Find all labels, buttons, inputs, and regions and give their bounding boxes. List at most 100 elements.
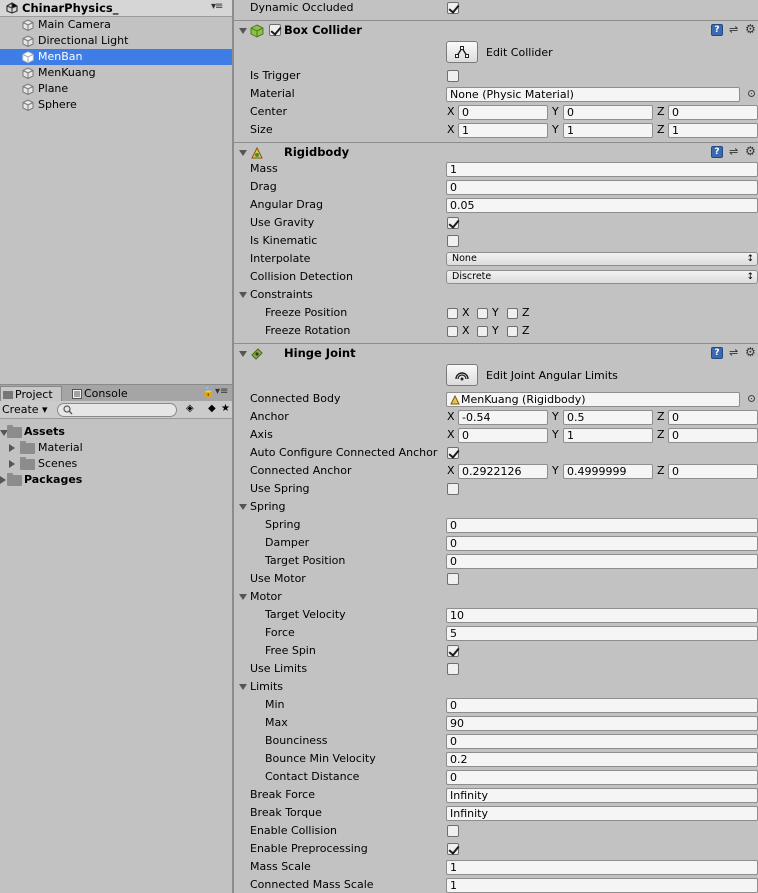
anchor-z-field[interactable]: 0 xyxy=(668,410,758,425)
contact-distance-field[interactable]: 0 xyxy=(446,770,758,785)
use-motor-checkbox[interactable] xyxy=(447,573,459,585)
box-collider-header[interactable]: Box Collider ? ⇌ ⚙ xyxy=(234,20,758,40)
connected-body-field[interactable]: MenKuang (Rigidbody) xyxy=(446,392,740,407)
connected-anchor-z-field[interactable]: 0 xyxy=(668,464,758,479)
target-velocity-field[interactable]: 10 xyxy=(446,608,758,623)
freeze-rotation-z-checkbox[interactable] xyxy=(507,326,518,337)
project-search-input[interactable] xyxy=(57,403,177,417)
bounce-min-velocity-field[interactable]: 0.2 xyxy=(446,752,758,767)
object-picker-icon[interactable] xyxy=(748,90,755,97)
tab-console[interactable]: Console xyxy=(70,386,140,402)
damper-field[interactable]: 0 xyxy=(446,536,758,551)
expand-arrow-icon[interactable] xyxy=(9,444,15,452)
interpolate-dropdown[interactable]: None xyxy=(446,252,758,266)
expand-arrow-icon[interactable] xyxy=(0,476,6,484)
force-field[interactable]: 5 xyxy=(446,626,758,641)
connected-anchor-x-field[interactable]: 0.2922126 xyxy=(458,464,548,479)
project-folder-material[interactable]: Material xyxy=(0,440,232,456)
free-spin-checkbox[interactable] xyxy=(447,645,459,657)
enable-collision-checkbox[interactable] xyxy=(447,825,459,837)
size-x-field[interactable]: 1 xyxy=(458,123,548,138)
target-position-field[interactable]: 0 xyxy=(446,554,758,569)
fold-arrow-icon[interactable] xyxy=(239,594,247,600)
collision-detection-dropdown[interactable]: Discrete xyxy=(446,270,758,284)
row-constraints[interactable]: Constraints xyxy=(234,286,758,304)
fold-arrow-icon[interactable] xyxy=(239,351,247,357)
fold-arrow-icon[interactable] xyxy=(239,28,247,34)
hierarchy-item-menban[interactable]: MenBan xyxy=(0,49,232,65)
is-kinematic-checkbox[interactable] xyxy=(447,235,459,247)
edit-collider-button[interactable] xyxy=(446,41,478,63)
mass-field[interactable]: 1 xyxy=(446,162,758,177)
favorite-icon[interactable]: ★ xyxy=(221,403,230,414)
filter-type-icon[interactable]: ◈ xyxy=(186,403,194,414)
use-gravity-checkbox[interactable] xyxy=(447,217,459,229)
project-folder-assets[interactable]: Assets xyxy=(0,424,232,440)
project-menu-icon[interactable]: ▾≡ xyxy=(215,386,228,397)
row-limits-section[interactable]: Limits xyxy=(234,678,758,696)
size-y-field[interactable]: 1 xyxy=(563,123,653,138)
box-collider-enabled-checkbox[interactable] xyxy=(269,24,281,36)
hinge-joint-header[interactable]: Hinge Joint ? ⇌ ⚙ xyxy=(234,343,758,363)
project-folder-scenes[interactable]: Scenes xyxy=(0,456,232,472)
mass-scale-field[interactable]: 1 xyxy=(446,860,758,875)
connected-mass-scale-field[interactable]: 1 xyxy=(446,878,758,893)
create-dropdown[interactable]: Create ▾ xyxy=(2,403,48,416)
enable-preprocessing-checkbox[interactable] xyxy=(447,843,459,855)
anchor-x-field[interactable]: -0.54 xyxy=(458,410,548,425)
fold-arrow-icon[interactable] xyxy=(239,150,247,156)
fold-arrow-icon[interactable] xyxy=(239,504,247,510)
break-force-field[interactable]: Infinity xyxy=(446,788,758,803)
hierarchy-scene-header[interactable]: ChinarPhysics_ ▾≡ xyxy=(0,0,232,17)
auto-configure-checkbox[interactable] xyxy=(447,447,459,459)
hierarchy-item-menkuang[interactable]: MenKuang xyxy=(0,65,232,81)
expand-arrow-icon[interactable] xyxy=(9,460,15,468)
hierarchy-menu-icon[interactable]: ▾≡ xyxy=(211,1,223,12)
filter-label-icon[interactable]: ◆ xyxy=(208,403,216,414)
fold-arrow-icon[interactable] xyxy=(239,292,247,298)
freeze-position-y-checkbox[interactable] xyxy=(477,308,488,319)
freeze-rotation-y-checkbox[interactable] xyxy=(477,326,488,337)
use-limits-checkbox[interactable] xyxy=(447,663,459,675)
material-field[interactable]: None (Physic Material) xyxy=(446,87,740,102)
edit-angular-limits-button[interactable] xyxy=(446,364,478,386)
axis-x-field[interactable]: 0 xyxy=(458,428,548,443)
preset-icon[interactable]: ⇌ xyxy=(729,24,738,36)
lock-icon[interactable]: 🔒 xyxy=(202,387,214,398)
hierarchy-item-plane[interactable]: Plane xyxy=(0,81,232,97)
hierarchy-item-sphere[interactable]: Sphere xyxy=(0,97,232,113)
use-spring-checkbox[interactable] xyxy=(447,483,459,495)
hierarchy-item-directional-light[interactable]: Directional Light xyxy=(0,33,232,49)
center-z-field[interactable]: 0 xyxy=(668,105,758,120)
freeze-rotation-x-checkbox[interactable] xyxy=(447,326,458,337)
bounciness-field[interactable]: 0 xyxy=(446,734,758,749)
tab-project[interactable]: Project xyxy=(0,386,62,402)
fold-arrow-icon[interactable] xyxy=(239,684,247,690)
dynamic-occluded-checkbox[interactable] xyxy=(447,2,459,14)
axis-y-field[interactable]: 1 xyxy=(563,428,653,443)
size-z-field[interactable]: 1 xyxy=(668,123,758,138)
freeze-position-z-checkbox[interactable] xyxy=(507,308,518,319)
angular-drag-field[interactable]: 0.05 xyxy=(446,198,758,213)
help-icon[interactable]: ? xyxy=(711,146,723,158)
row-spring-section[interactable]: Spring xyxy=(234,498,758,516)
center-y-field[interactable]: 0 xyxy=(563,105,653,120)
max-field[interactable]: 90 xyxy=(446,716,758,731)
gear-icon[interactable]: ⚙ xyxy=(745,23,756,36)
min-field[interactable]: 0 xyxy=(446,698,758,713)
project-folder-packages[interactable]: Packages xyxy=(0,472,232,488)
axis-z-field[interactable]: 0 xyxy=(668,428,758,443)
anchor-y-field[interactable]: 0.5 xyxy=(563,410,653,425)
row-motor-section[interactable]: Motor xyxy=(234,588,758,606)
is-trigger-checkbox[interactable] xyxy=(447,70,459,82)
preset-icon[interactable]: ⇌ xyxy=(729,146,738,158)
help-icon[interactable]: ? xyxy=(711,24,723,36)
object-picker-icon[interactable] xyxy=(748,395,755,402)
rigidbody-header[interactable]: Rigidbody ? ⇌ ⚙ xyxy=(234,142,758,162)
preset-icon[interactable]: ⇌ xyxy=(729,347,738,359)
connected-anchor-y-field[interactable]: 0.4999999 xyxy=(563,464,653,479)
spring-field[interactable]: 0 xyxy=(446,518,758,533)
gear-icon[interactable]: ⚙ xyxy=(745,346,756,359)
help-icon[interactable]: ? xyxy=(711,347,723,359)
center-x-field[interactable]: 0 xyxy=(458,105,548,120)
